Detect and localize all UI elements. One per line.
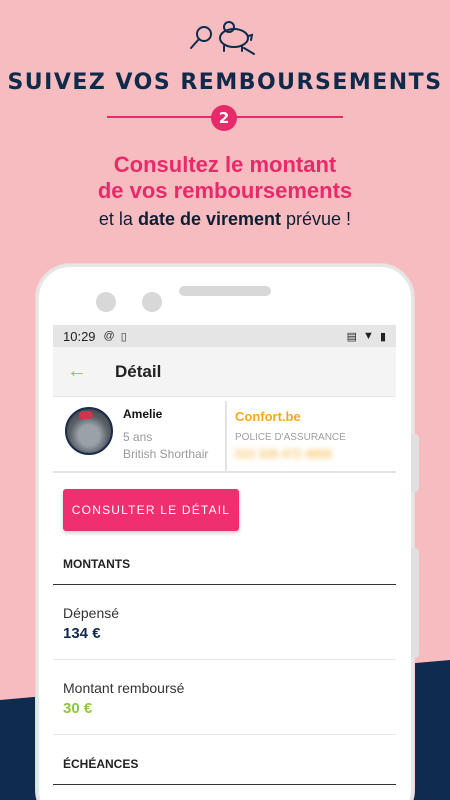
wifi-icon: ▼ — [363, 329, 374, 342]
caption-suffix: prévue ! — [281, 209, 352, 229]
promo-caption: et la date de virement prévue ! — [0, 209, 450, 230]
sim-icon: ▯ — [120, 330, 127, 343]
pet-name: Amelie — [123, 407, 163, 421]
pet-avatar — [65, 407, 113, 455]
pet-age: 5 ans — [123, 430, 153, 444]
caption-prefix: et la — [98, 209, 138, 229]
piggy-bank-magnifier-icon — [190, 21, 255, 55]
spent-label: Dépensé — [63, 605, 120, 621]
section-divider — [53, 784, 396, 785]
back-arrow-icon[interactable]: ← — [53, 360, 115, 383]
status-bar: 10:29 @ ▯ ▤ ▼ ▮ — [53, 325, 396, 347]
promo-subtitle-line2: de vos remboursements — [97, 178, 353, 203]
app-screen: 10:29 @ ▯ ▤ ▼ ▮ ← Détail Amelie 5 ans Br… — [53, 325, 396, 800]
policy-number: 015 326 472 4856 — [235, 447, 332, 461]
phone-speaker — [179, 286, 271, 296]
vibrate-icon: ▤ — [346, 330, 358, 343]
promo-subtitle: Consultez le montant de vos remboursemen… — [0, 152, 450, 204]
policy-label: POLICE D'ASSURANCE — [235, 432, 346, 443]
reimbursed-label: Montant remboursé — [63, 680, 185, 696]
pet-card: Amelie 5 ans British Shorthair Confort.b… — [53, 401, 396, 473]
promo-subtitle-line1: Consultez le montant — [113, 152, 337, 177]
pet-summary: Amelie 5 ans British Shorthair — [53, 401, 227, 471]
bow-icon — [79, 411, 93, 419]
pet-breed: British Shorthair — [123, 447, 209, 461]
step-badge: 2 — [211, 105, 237, 131]
phone-camera — [96, 292, 116, 312]
insurer-name: Confort.be — [235, 409, 301, 424]
schedule-section-title: ÉCHÉANCES — [63, 757, 139, 771]
status-time: 10:29 — [63, 328, 96, 344]
spent-value: 134 € — [63, 625, 101, 642]
app-bar: ← Détail — [53, 347, 396, 397]
phone-sensor — [142, 292, 162, 312]
at-icon: @ — [103, 330, 115, 342]
consult-detail-button[interactable]: CONSULTER LE DÉTAIL — [63, 489, 239, 531]
insurance-info: Confort.be POLICE D'ASSURANCE 015 326 47… — [227, 401, 346, 471]
amounts-section-title: MONTANTS — [63, 557, 131, 571]
caption-bold: date de virement — [137, 209, 282, 229]
phone-volume-button — [411, 548, 419, 658]
promo-headline: SUIVEZ VOS REMBOURSEMENTS — [7, 70, 443, 95]
battery-icon: ▮ — [379, 330, 386, 343]
page-title: Détail — [115, 361, 162, 381]
phone-side-button — [411, 434, 419, 492]
reimbursed-value: 30 € — [63, 700, 93, 717]
